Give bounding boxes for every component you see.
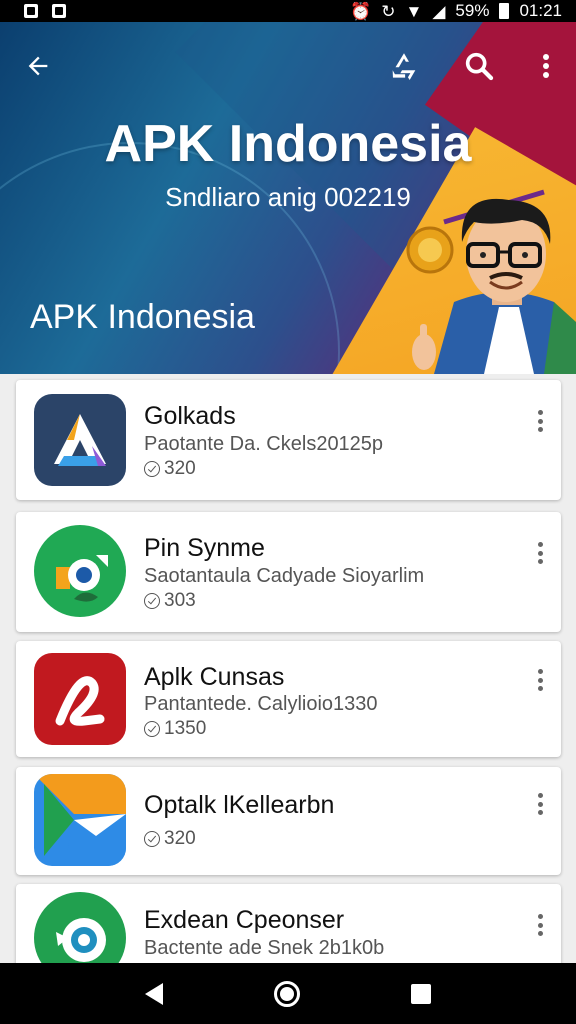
- app-meta: 1350: [144, 718, 206, 740]
- clock: 01:21: [519, 1, 562, 20]
- app-icon: [34, 394, 126, 486]
- nav-home-icon[interactable]: [273, 980, 300, 1007]
- camera-logo-icon: [56, 555, 108, 602]
- arrow-back-icon: [28, 56, 48, 76]
- back-button[interactable]: [18, 46, 58, 86]
- app-count: 320: [164, 458, 196, 479]
- play-logo-icon: [34, 774, 126, 866]
- more-vert-icon: [543, 54, 549, 78]
- search-button[interactable]: [459, 46, 499, 86]
- status-system: ⏰ ↻ ▼ ◢ 59% 01:21: [350, 1, 562, 21]
- banner-ring: [0, 142, 340, 374]
- share-button[interactable]: [384, 46, 424, 86]
- app-description: Bactente ade Snek 2b1k0b: [144, 937, 385, 959]
- header-banner: APK Indonesia Sndliaro anig 002219 APK I…: [0, 22, 576, 374]
- app-description: Pantantede. Calylioio1330: [144, 693, 378, 715]
- app-name: Exdean Cpeonser: [144, 906, 345, 934]
- image-notification-icon: [52, 4, 66, 18]
- app-list-item[interactable]: Aplk Cunsas Pantantede. Calylioio1330 13…: [16, 641, 561, 757]
- download-count-icon: [144, 831, 160, 847]
- system-nav-bar: [0, 963, 576, 1024]
- mascot-illustration: [406, 189, 576, 374]
- acrobat-logo-icon: [55, 676, 105, 726]
- app-description: Paotante Da. Ckels20125p: [144, 433, 384, 455]
- app-list-item[interactable]: Pin Synme Saotantaula Cadyade Sioyarlim …: [16, 512, 561, 632]
- download-count-icon: [144, 461, 160, 477]
- nav-recents-icon[interactable]: [410, 983, 431, 1004]
- app-name: Pin Synme: [144, 534, 265, 562]
- battery-icon: [499, 3, 510, 19]
- app-list-item[interactable]: Golkads Paotante Da. Ckels20125p 320: [16, 380, 561, 500]
- app-count: 1350: [164, 718, 207, 739]
- status-notifications: [24, 4, 66, 18]
- download-count-icon: [144, 593, 160, 609]
- notification-icon: [24, 4, 38, 18]
- signal-icon: ▼: [405, 1, 423, 21]
- toolbar: [0, 46, 576, 86]
- item-more-button[interactable]: [533, 407, 547, 435]
- app-list-item[interactable]: Optalk lKellearbn 320: [16, 767, 561, 875]
- app-name: Aplk Cunsas: [144, 663, 285, 691]
- app-meta: 320: [144, 828, 196, 850]
- app-name: Golkads: [144, 402, 236, 430]
- app-name: Optalk lKellearbn: [144, 791, 335, 819]
- cell-signal-icon: ◢: [432, 1, 446, 21]
- app-meta: 303: [144, 590, 196, 612]
- item-more-button[interactable]: [533, 790, 547, 818]
- status-bar: ⏰ ↻ ▼ ◢ 59% 01:21: [0, 0, 576, 22]
- app-icon: [34, 525, 126, 617]
- app-meta: 320: [144, 458, 196, 480]
- app-icon: [34, 653, 126, 745]
- banner-label: APK Indonesia: [30, 298, 255, 336]
- more-options-button[interactable]: [526, 46, 566, 86]
- app-description: Saotantaula Cadyade Sioyarlim: [144, 565, 425, 587]
- alarm-icon: ⏰: [350, 1, 372, 21]
- item-more-button[interactable]: [533, 911, 547, 939]
- item-more-button[interactable]: [533, 539, 547, 567]
- download-count-icon: [144, 721, 160, 737]
- battery-percent: 59%: [455, 1, 490, 20]
- sync-icon: ↻: [381, 1, 396, 21]
- nav-back-icon[interactable]: [145, 982, 164, 1005]
- search-icon: [465, 52, 494, 81]
- triangle-logo-icon: [54, 414, 106, 466]
- app-count: 303: [164, 590, 196, 611]
- item-more-button[interactable]: [533, 666, 547, 694]
- share-icon: [392, 53, 416, 81]
- app-count: 320: [164, 828, 196, 849]
- banner-title: APK Indonesia: [104, 115, 472, 173]
- app-icon: [34, 774, 126, 866]
